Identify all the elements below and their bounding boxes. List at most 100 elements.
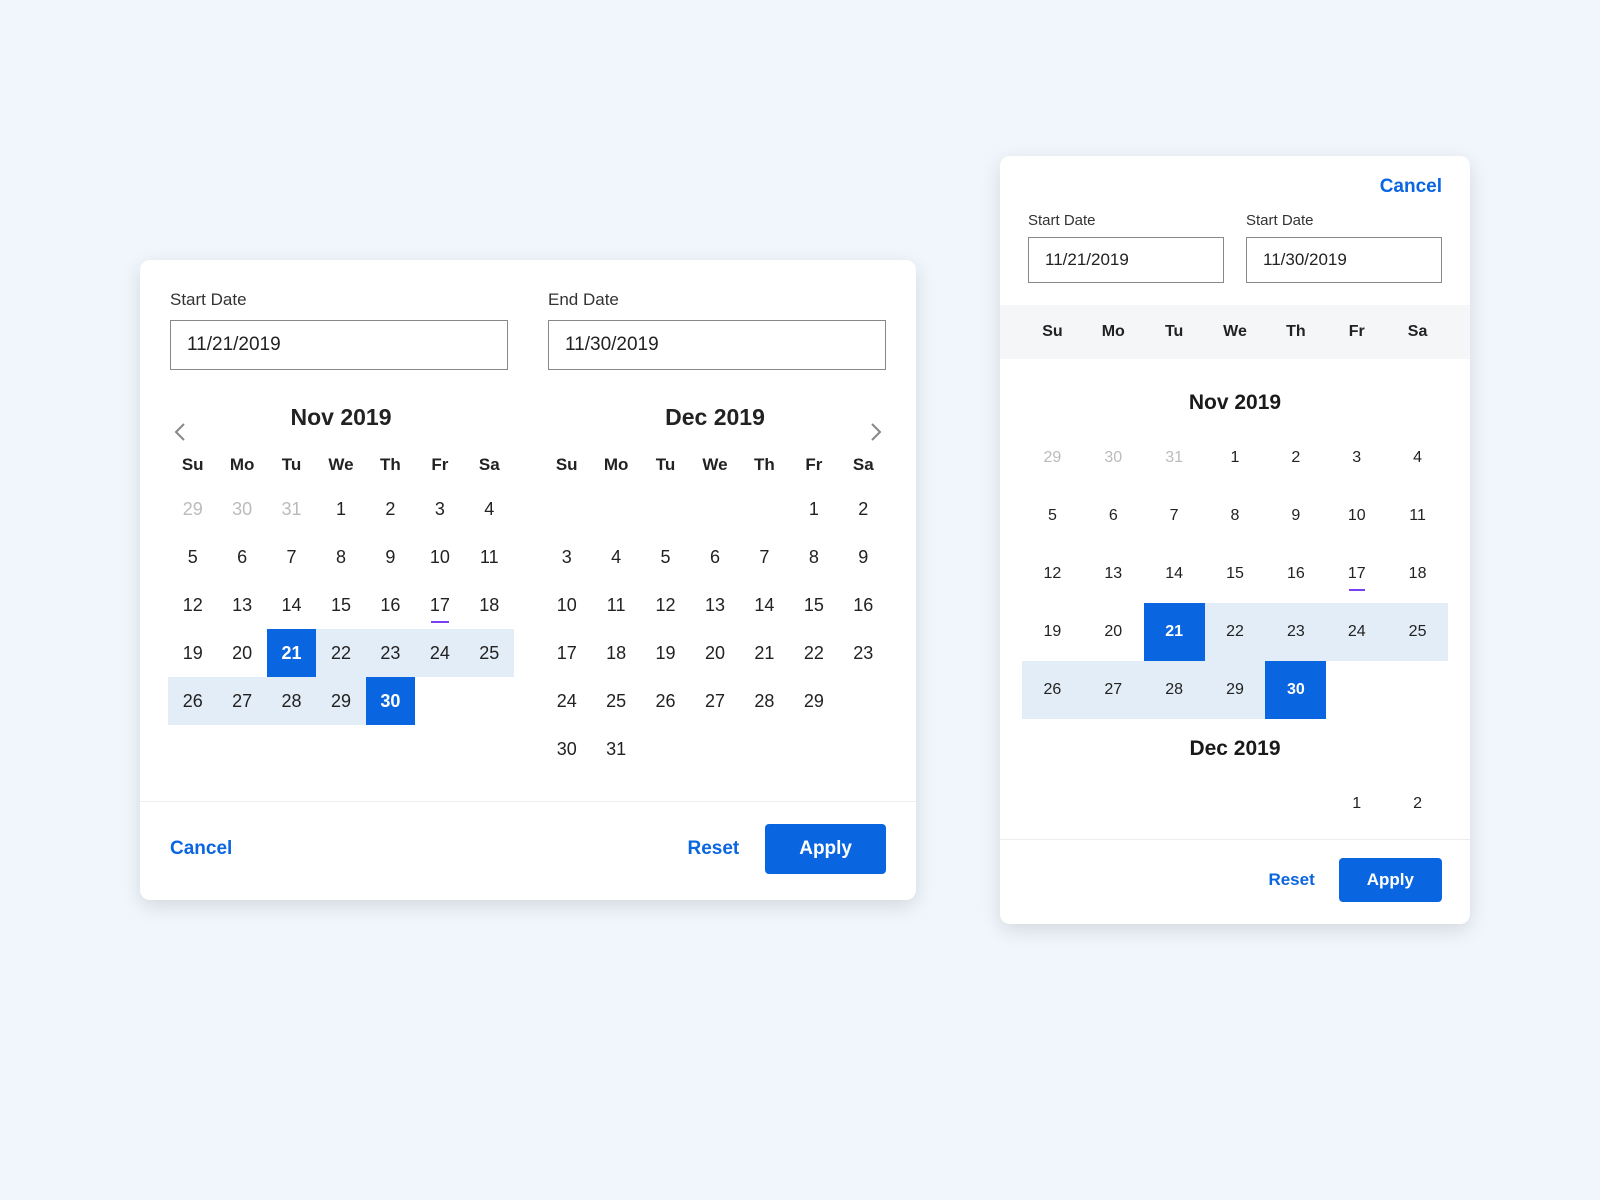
- end-date-input[interactable]: [548, 320, 886, 370]
- calendar-day[interactable]: 17: [1326, 545, 1387, 603]
- start-date-input[interactable]: [1028, 237, 1224, 283]
- calendar-day[interactable]: 9: [839, 533, 888, 581]
- calendar-day[interactable]: 13: [217, 581, 266, 629]
- calendar-day[interactable]: 23: [839, 629, 888, 677]
- calendar-day[interactable]: 12: [1022, 545, 1083, 603]
- calendar-day[interactable]: 11: [591, 581, 640, 629]
- calendar-day[interactable]: 27: [1083, 661, 1144, 719]
- calendar-day[interactable]: 24: [1326, 603, 1387, 661]
- calendar-day[interactable]: 16: [839, 581, 888, 629]
- calendar-day[interactable]: 4: [465, 485, 514, 533]
- calendar-day[interactable]: 3: [1326, 429, 1387, 487]
- calendar-day[interactable]: 25: [591, 677, 640, 725]
- calendar-day[interactable]: 6: [217, 533, 266, 581]
- calendar-day[interactable]: 26: [1022, 661, 1083, 719]
- calendar-day[interactable]: 29: [168, 485, 217, 533]
- calendar-day[interactable]: 19: [1022, 603, 1083, 661]
- calendar-day[interactable]: 13: [1083, 545, 1144, 603]
- calendar-day[interactable]: 6: [690, 533, 739, 581]
- calendar-day[interactable]: 13: [690, 581, 739, 629]
- calendar-day[interactable]: 27: [217, 677, 266, 725]
- calendar-day[interactable]: 4: [591, 533, 640, 581]
- cancel-button[interactable]: Cancel: [1380, 176, 1442, 198]
- calendar-day[interactable]: 28: [740, 677, 789, 725]
- calendar-day[interactable]: 16: [1265, 545, 1326, 603]
- calendar-day[interactable]: 7: [740, 533, 789, 581]
- calendar-day[interactable]: 7: [1144, 487, 1205, 545]
- calendar-day[interactable]: 24: [542, 677, 591, 725]
- calendar-day[interactable]: 28: [1144, 661, 1205, 719]
- calendar-day[interactable]: 10: [542, 581, 591, 629]
- calendar-day[interactable]: 3: [542, 533, 591, 581]
- calendar-day[interactable]: 10: [1326, 487, 1387, 545]
- calendar-day[interactable]: 30: [1083, 429, 1144, 487]
- calendar-day[interactable]: 15: [789, 581, 838, 629]
- reset-button[interactable]: Reset: [687, 838, 739, 860]
- calendar-day[interactable]: 8: [789, 533, 838, 581]
- calendar-day[interactable]: 27: [690, 677, 739, 725]
- calendar-day[interactable]: 21: [267, 629, 316, 677]
- calendar-day[interactable]: 22: [316, 629, 365, 677]
- calendar-day[interactable]: 14: [1144, 545, 1205, 603]
- calendar-day[interactable]: 14: [740, 581, 789, 629]
- prev-month-button[interactable]: [168, 420, 192, 444]
- calendar-day[interactable]: 1: [1205, 429, 1266, 487]
- calendar-day[interactable]: 11: [1387, 487, 1448, 545]
- calendar-day[interactable]: 8: [316, 533, 365, 581]
- calendar-day[interactable]: 30: [1265, 661, 1326, 719]
- calendar-day[interactable]: 22: [1205, 603, 1266, 661]
- calendar-day[interactable]: 29: [789, 677, 838, 725]
- calendar-day[interactable]: 23: [1265, 603, 1326, 661]
- calendar-day[interactable]: 31: [591, 725, 640, 773]
- calendar-day[interactable]: 9: [366, 533, 415, 581]
- calendar-day[interactable]: 8: [1205, 487, 1266, 545]
- apply-button[interactable]: Apply: [1339, 858, 1442, 902]
- calendar-day[interactable]: 15: [316, 581, 365, 629]
- calendar-day[interactable]: 20: [1083, 603, 1144, 661]
- calendar-day[interactable]: 29: [1022, 429, 1083, 487]
- calendar-day[interactable]: 4: [1387, 429, 1448, 487]
- calendar-day[interactable]: 9: [1265, 487, 1326, 545]
- calendar-day[interactable]: 26: [641, 677, 690, 725]
- calendar-day[interactable]: 18: [1387, 545, 1448, 603]
- calendar-day[interactable]: 20: [690, 629, 739, 677]
- calendar-day[interactable]: 11: [465, 533, 514, 581]
- calendar-day[interactable]: 7: [267, 533, 316, 581]
- calendar-day[interactable]: 28: [267, 677, 316, 725]
- calendar-day[interactable]: 6: [1083, 487, 1144, 545]
- calendar-day[interactable]: 25: [465, 629, 514, 677]
- calendar-day[interactable]: 2: [1265, 429, 1326, 487]
- calendar-day[interactable]: 2: [366, 485, 415, 533]
- calendar-day[interactable]: 2: [1387, 775, 1448, 833]
- end-date-input[interactable]: [1246, 237, 1442, 283]
- calendar-day[interactable]: 16: [366, 581, 415, 629]
- calendar-day[interactable]: 18: [591, 629, 640, 677]
- calendar-day[interactable]: 31: [1144, 429, 1205, 487]
- calendar-day[interactable]: 14: [267, 581, 316, 629]
- calendar-day[interactable]: 30: [366, 677, 415, 725]
- calendar-day[interactable]: 1: [316, 485, 365, 533]
- calendar-day[interactable]: 22: [789, 629, 838, 677]
- cancel-button[interactable]: Cancel: [170, 838, 232, 860]
- calendar-day[interactable]: 2: [839, 485, 888, 533]
- calendar-day[interactable]: 19: [168, 629, 217, 677]
- reset-button[interactable]: Reset: [1268, 870, 1314, 890]
- calendar-day[interactable]: 29: [1205, 661, 1266, 719]
- calendar-day[interactable]: 3: [415, 485, 464, 533]
- apply-button[interactable]: Apply: [765, 824, 886, 874]
- calendar-day[interactable]: 1: [789, 485, 838, 533]
- calendar-day[interactable]: 29: [316, 677, 365, 725]
- calendar-day[interactable]: 19: [641, 629, 690, 677]
- calendar-day[interactable]: 12: [641, 581, 690, 629]
- next-month-button[interactable]: [864, 420, 888, 444]
- calendar-day[interactable]: 24: [415, 629, 464, 677]
- calendar-day[interactable]: 5: [641, 533, 690, 581]
- calendar-day[interactable]: 12: [168, 581, 217, 629]
- calendar-day[interactable]: 21: [740, 629, 789, 677]
- calendar-day[interactable]: 10: [415, 533, 464, 581]
- calendar-day[interactable]: 21: [1144, 603, 1205, 661]
- calendar-day[interactable]: 23: [366, 629, 415, 677]
- calendar-day[interactable]: 20: [217, 629, 266, 677]
- calendar-day[interactable]: 17: [415, 581, 464, 629]
- calendar-day[interactable]: 5: [1022, 487, 1083, 545]
